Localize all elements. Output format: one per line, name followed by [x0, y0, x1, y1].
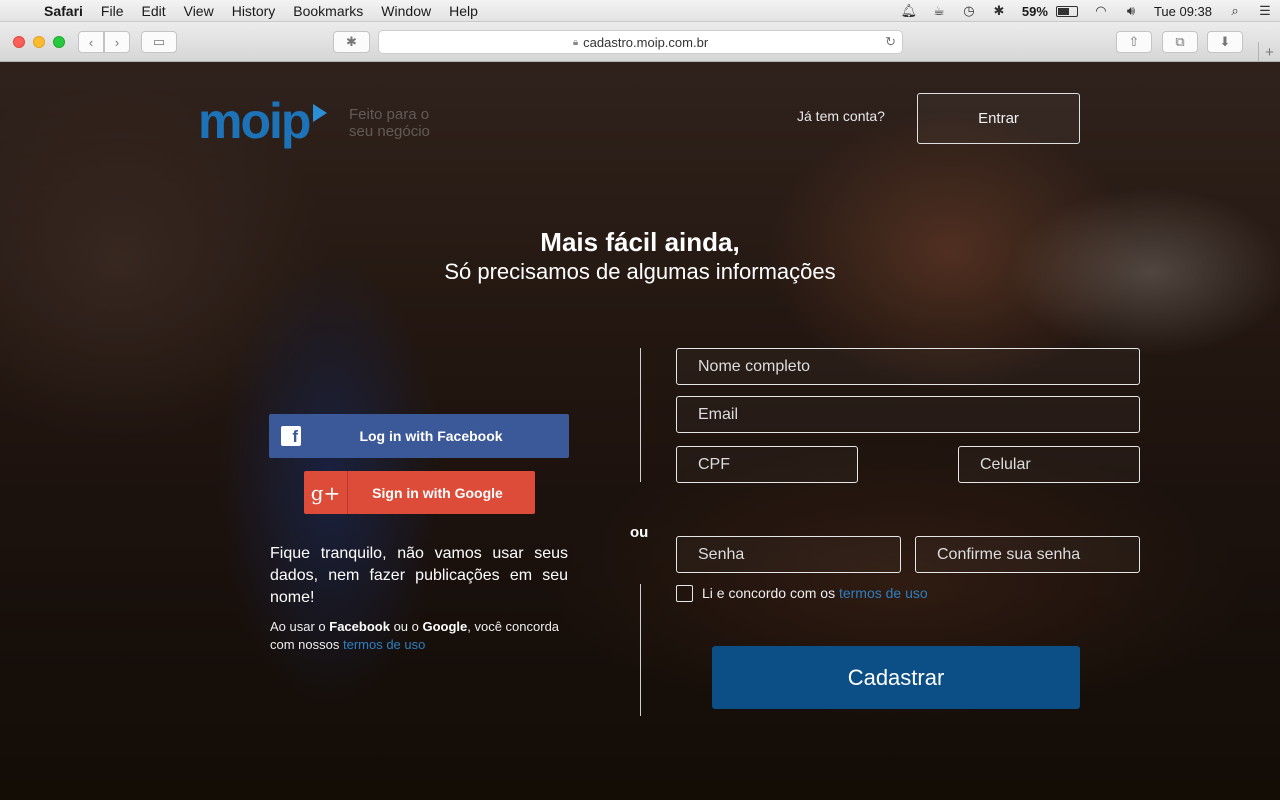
usage-google: Google: [422, 619, 468, 634]
logo-wordmark: moip: [198, 93, 311, 149]
terms-agree-label: Li e concordo com os termos de uso: [702, 585, 928, 601]
notification-center-icon[interactable]: ☰: [1250, 0, 1280, 22]
facebook-login-label: Log in with Facebook: [359, 428, 503, 444]
full-name-field[interactable]: Nome completo: [676, 348, 1140, 385]
google-signin-button[interactable]: g+ Sign in with Google: [304, 471, 535, 514]
forward-button[interactable]: ›: [104, 31, 130, 53]
time-machine-icon[interactable]: ◷: [954, 0, 984, 22]
sidebar-toggle-icon[interactable]: ▭: [141, 31, 177, 53]
tabs-overview-icon[interactable]: ⧉: [1162, 31, 1198, 53]
zoom-window-button[interactable]: [53, 36, 65, 48]
email-field[interactable]: Email: [676, 396, 1140, 433]
social-terms-link[interactable]: termos de uso: [343, 637, 425, 652]
google-plus-icon: g+: [304, 471, 348, 514]
new-tab-button[interactable]: +: [1258, 42, 1280, 62]
vertical-divider-bottom: [640, 584, 641, 716]
battery-icon[interactable]: [1055, 5, 1078, 17]
menu-bookmarks[interactable]: Bookmarks: [293, 3, 363, 19]
battery-percent: 59%: [1021, 3, 1048, 19]
moip-logo[interactable]: moip: [198, 84, 338, 154]
address-bar[interactable]: 🔒︎ cadastro.moip.com.br ↻: [378, 30, 903, 54]
login-button[interactable]: Entrar: [917, 93, 1080, 144]
extension-puzzle-icon[interactable]: ✱: [333, 31, 370, 53]
phone-field[interactable]: Celular: [958, 446, 1140, 483]
terms-agree-text: Li e concordo com os: [702, 585, 839, 601]
google-signin-label: Sign in with Google: [372, 484, 503, 501]
menu-view[interactable]: View: [184, 3, 214, 19]
close-window-button[interactable]: [13, 36, 25, 48]
url-text: cadastro.moip.com.br: [583, 34, 709, 50]
play-icon: [313, 104, 327, 122]
browser-toolbar: ‹ › ▭ ✱ 🔒︎ cadastro.moip.com.br ↻ ⇧ ⧉ ⬇ …: [0, 22, 1280, 62]
usage-or: ou o: [389, 619, 423, 634]
menu-bar: Safari File Edit View History Bookmarks …: [0, 0, 1280, 22]
cpf-field[interactable]: CPF: [676, 446, 858, 483]
social-terms-note: Ao usar o Facebook ou o Google, você con…: [270, 618, 570, 654]
usage-prefix: Ao usar o: [270, 619, 330, 634]
menu-app-name[interactable]: Safari: [44, 3, 83, 19]
confirm-password-field[interactable]: Confirme sua senha: [915, 536, 1140, 573]
lock-icon: 🔒︎: [572, 36, 579, 48]
menu-window[interactable]: Window: [381, 3, 431, 19]
bluetooth-icon[interactable]: ✱: [984, 0, 1014, 22]
vertical-divider-top: [640, 348, 641, 482]
terms-checkbox[interactable]: [676, 585, 693, 602]
minimize-window-button[interactable]: [33, 36, 45, 48]
page-title: Mais fácil ainda,: [540, 227, 740, 257]
menu-edit[interactable]: Edit: [141, 3, 165, 19]
usage-facebook: Facebook: [329, 619, 390, 634]
page-subtitle: Só precisamos de algumas informações: [444, 259, 836, 284]
logo-tagline: Feito para o seu negócio: [349, 106, 430, 140]
menu-history[interactable]: History: [232, 3, 276, 19]
downloads-icon[interactable]: ⬇: [1207, 31, 1243, 53]
menu-file[interactable]: File: [101, 3, 124, 19]
share-icon[interactable]: ⇧: [1116, 31, 1152, 53]
web-page: moip Feito para o seu negócio Já tem con…: [0, 62, 1280, 800]
facebook-login-button[interactable]: f Log in with Facebook: [269, 414, 569, 458]
or-separator: ou: [630, 524, 649, 541]
volume-icon[interactable]: 🔊︎: [1116, 0, 1146, 22]
form-terms-link[interactable]: termos de uso: [839, 585, 928, 601]
facebook-icon: f: [269, 414, 313, 458]
wifi-icon[interactable]: ◠: [1086, 0, 1116, 22]
tagline-line-2: seu negócio: [349, 123, 430, 140]
already-account-text: Já tem conta?: [797, 108, 885, 124]
reload-icon[interactable]: ↻: [885, 34, 896, 50]
privacy-note: Fique tranquilo, não vamos usar seus dad…: [270, 545, 568, 606]
spotlight-search-icon[interactable]: ⌕: [1220, 0, 1250, 22]
menu-help[interactable]: Help: [449, 3, 478, 19]
menu-clock[interactable]: Tue 09:38: [1154, 4, 1212, 19]
notification-bell-icon[interactable]: 🔔︎: [894, 0, 924, 22]
register-button[interactable]: Cadastrar: [712, 646, 1080, 709]
tagline-line-1: Feito para o: [349, 106, 430, 123]
password-field[interactable]: Senha: [676, 536, 901, 573]
back-button[interactable]: ‹: [78, 31, 104, 53]
coffee-cup-icon[interactable]: ☕︎: [924, 0, 954, 22]
